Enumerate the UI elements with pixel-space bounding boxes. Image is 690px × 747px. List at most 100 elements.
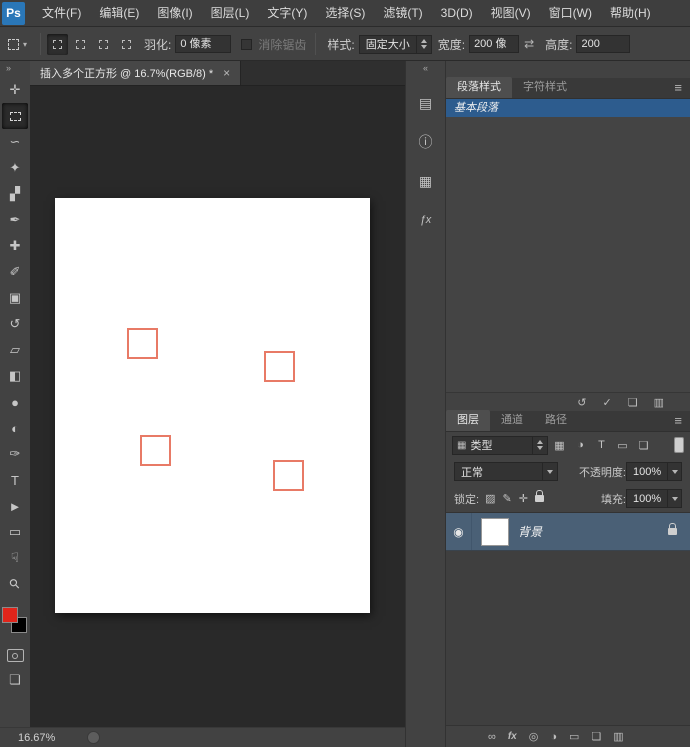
type-tool[interactable]: T [2, 467, 28, 493]
quick-mask-button[interactable] [6, 649, 24, 662]
foreground-color-swatch[interactable] [2, 607, 18, 623]
tab-paths[interactable]: 路径 [534, 410, 578, 431]
menu-edit[interactable]: 编辑(E) [90, 0, 148, 26]
opacity-select[interactable]: 100% [626, 462, 682, 481]
crop-tool[interactable]: ▞ [2, 181, 28, 207]
style-select[interactable]: 固定大小 [358, 34, 432, 54]
brush-tool[interactable]: ✐ [2, 259, 28, 285]
add-selection-icon [76, 39, 86, 49]
subtract-selection-button[interactable] [93, 34, 114, 55]
screen-mode-button[interactable]: ❏ [9, 672, 21, 688]
quick-selection-tool[interactable]: ✦ [2, 155, 28, 181]
layer-style-icon[interactable]: fx [508, 731, 517, 742]
eraser-tool[interactable]: ▱ [2, 337, 28, 363]
layer-lock-icon [668, 523, 677, 535]
menu-file[interactable]: 文件(F) [33, 0, 90, 26]
delete-layer-icon[interactable]: ▥ [613, 730, 623, 743]
list-item-basic-paragraph[interactable]: 基本段落 [446, 99, 690, 117]
new-layer-icon[interactable]: ❏ [591, 730, 601, 743]
swap-dimensions-icon[interactable]: ⇄ [524, 37, 534, 51]
styles-panel-button[interactable]: ƒx [413, 207, 439, 233]
document-page[interactable] [55, 198, 370, 613]
lock-all-icon[interactable] [534, 490, 544, 502]
paragraph-panel-footer: ↺ ✓ ❏ ▥ [446, 392, 690, 411]
clone-stamp-tool[interactable]: ▣ [2, 285, 28, 311]
menu-view[interactable]: 视图(V) [482, 0, 540, 26]
layer-row-background[interactable]: ◉ 背景 [446, 513, 690, 551]
toolbox-expand-button[interactable]: » [0, 61, 30, 77]
antialias-checkbox[interactable] [241, 38, 253, 50]
clear-override-icon[interactable]: ↺ [577, 396, 586, 409]
panel-menu-icon[interactable]: ≡ [674, 77, 690, 98]
zoom-tool[interactable]: ⚲ [2, 571, 28, 597]
menu-help[interactable]: 帮助(H) [601, 0, 660, 26]
height-input[interactable]: 200 [576, 35, 631, 53]
subtract-selection-icon [99, 39, 109, 49]
new-style-icon[interactable]: ❏ [628, 396, 638, 409]
add-layer-mask-icon[interactable]: ◎ [529, 730, 539, 743]
canvas[interactable] [30, 86, 405, 747]
filter-kind-select[interactable]: ▦ 类型 [452, 435, 548, 455]
new-group-icon[interactable]: ▭ [569, 730, 579, 743]
filter-pixel-layers-icon[interactable]: ▦ [550, 436, 569, 455]
fill-select[interactable]: 100% [626, 489, 682, 508]
lock-transparent-icon[interactable]: ▨ [485, 492, 495, 505]
close-icon[interactable]: × [223, 66, 230, 80]
gradient-tool[interactable]: ◧ [2, 363, 28, 389]
fill-value: 100% [633, 492, 662, 505]
path-selection-tool[interactable]: ► [2, 493, 28, 519]
width-input[interactable]: 200 像 [469, 35, 520, 53]
redefine-style-icon[interactable]: ✓ [603, 396, 612, 409]
filter-adjustment-layers-icon[interactable]: ◑ [571, 436, 590, 455]
tab-character-styles[interactable]: 字符样式 [512, 77, 578, 98]
tab-layers[interactable]: 图层 [446, 410, 490, 431]
eyedropper-tool[interactable]: ✒ [2, 207, 28, 233]
add-selection-button[interactable] [70, 34, 91, 55]
tab-channels[interactable]: 通道 [490, 410, 534, 431]
lasso-tool[interactable]: ∽ [2, 129, 28, 155]
history-panel-button[interactable]: ▤ [413, 90, 439, 116]
tool-preset-picker[interactable]: ▾ [0, 38, 35, 50]
menu-3d[interactable]: 3D(D) [432, 0, 482, 26]
swatches-panel-button[interactable]: ▦ [413, 168, 439, 194]
quick-selection-icon: ✦ [9, 160, 21, 175]
delete-style-icon[interactable]: ▥ [654, 396, 664, 409]
menu-filter[interactable]: 滤镜(T) [374, 0, 431, 26]
tab-paragraph-styles[interactable]: 段落样式 [446, 77, 512, 98]
lock-pixels-icon[interactable]: ✎ [502, 492, 511, 505]
adjustment-layer-icon[interactable]: ◑ [550, 731, 557, 743]
move-tool[interactable]: ✛ [2, 77, 28, 103]
zoom-level-field[interactable]: 16.67% [18, 732, 55, 744]
status-info-icon[interactable] [87, 731, 101, 744]
menu-type[interactable]: 文字(Y) [258, 0, 316, 26]
spot-healing-brush-tool[interactable]: ✚ [2, 233, 28, 259]
new-selection-button[interactable] [47, 33, 69, 55]
history-brush-tool[interactable]: ↺ [2, 311, 28, 337]
panel-menu-icon[interactable]: ≡ [674, 410, 690, 431]
intersect-selection-button[interactable] [116, 34, 137, 55]
feather-input[interactable]: 0 像素 [175, 35, 232, 53]
lock-position-icon[interactable]: ✛ [519, 492, 528, 505]
rectangle-tool[interactable]: ▭ [2, 519, 28, 545]
menu-select[interactable]: 选择(S) [316, 0, 374, 26]
swatches-icon: ▦ [418, 172, 433, 189]
visibility-eye-icon[interactable]: ◉ [446, 513, 472, 550]
link-layers-icon[interactable]: ∞ [488, 731, 496, 743]
document-tab[interactable]: 插入多个正方形 @ 16.7%(RGB/8) * × [30, 61, 242, 85]
hand-tool[interactable]: ☟ [2, 545, 28, 571]
dodge-tool[interactable]: ◐ [2, 415, 28, 441]
menu-window[interactable]: 窗口(W) [540, 0, 601, 26]
filter-type-layers-icon[interactable]: T [592, 436, 611, 455]
layer-filter-toggle[interactable] [674, 437, 684, 453]
dock-collapse-button[interactable]: « [406, 61, 445, 77]
menu-layer[interactable]: 图层(L) [202, 0, 259, 26]
pen-tool[interactable]: ✑ [2, 441, 28, 467]
info-panel-button[interactable]: ⓘ [413, 129, 439, 155]
blend-mode-select[interactable]: 正常 [454, 462, 558, 481]
menu-image[interactable]: 图像(I) [148, 0, 201, 26]
filter-smart-objects-icon[interactable]: ❏ [634, 436, 653, 455]
layer-thumbnail[interactable] [481, 517, 509, 546]
filter-shape-layers-icon[interactable]: ▭ [613, 436, 632, 455]
blur-tool[interactable]: ● [2, 389, 28, 415]
rectangular-marquee-tool[interactable] [2, 103, 28, 129]
